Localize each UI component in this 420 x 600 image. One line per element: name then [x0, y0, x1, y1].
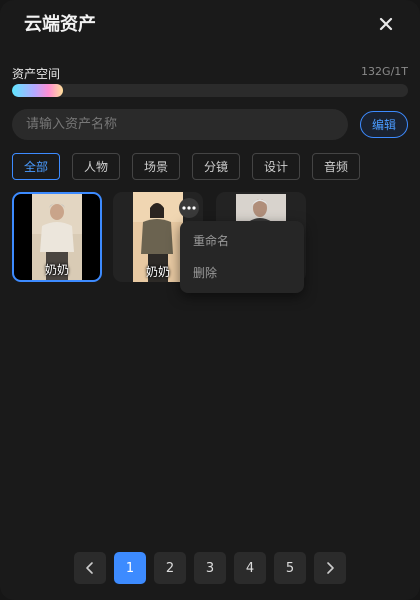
- page-button-5[interactable]: 5: [274, 552, 306, 584]
- tab-scenes[interactable]: 场景: [132, 153, 180, 180]
- more-dots-icon: [182, 206, 196, 210]
- close-icon: [379, 17, 393, 31]
- asset-label: 奶奶: [44, 263, 69, 277]
- storage-label: 资产空间: [12, 67, 61, 81]
- edit-button[interactable]: 编辑: [360, 111, 408, 138]
- rename-menu-item[interactable]: 重命名: [180, 225, 304, 257]
- tab-design[interactable]: 设计: [252, 153, 300, 180]
- tab-all[interactable]: 全部: [12, 153, 60, 180]
- search-input[interactable]: [12, 109, 348, 140]
- page-button-4[interactable]: 4: [234, 552, 266, 584]
- prev-page-button[interactable]: [74, 552, 106, 584]
- tab-storyboard[interactable]: 分镜: [192, 153, 240, 180]
- next-page-button[interactable]: [314, 552, 346, 584]
- cloud-assets-panel: 云端资产 资产空间 132G/1T 编辑 全部 人物 场景 分镜 设计 音频 奶…: [0, 0, 420, 600]
- page-button-2[interactable]: 2: [154, 552, 186, 584]
- storage-usage-bar: [12, 84, 408, 97]
- asset-thumbnail: [236, 194, 286, 222]
- close-button[interactable]: [374, 12, 398, 36]
- storage-value: 132G/1T: [361, 65, 408, 78]
- asset-card[interactable]: 奶奶: [12, 192, 102, 282]
- tab-characters[interactable]: 人物: [72, 153, 120, 180]
- asset-context-menu: 重命名 删除: [180, 221, 304, 293]
- page-button-3[interactable]: 3: [194, 552, 226, 584]
- chevron-left-icon: [86, 562, 93, 574]
- delete-menu-item[interactable]: 删除: [180, 257, 304, 289]
- pagination: 1 2 3 4 5: [74, 552, 346, 584]
- page-button-1[interactable]: 1: [114, 552, 146, 584]
- storage-usage-fill: [12, 84, 64, 97]
- panel-title: 云端资产: [24, 14, 96, 35]
- category-tabs: 全部 人物 场景 分镜 设计 音频: [12, 153, 360, 180]
- more-options-button[interactable]: [179, 198, 199, 218]
- chevron-right-icon: [327, 562, 334, 574]
- tab-audio[interactable]: 音频: [312, 153, 360, 180]
